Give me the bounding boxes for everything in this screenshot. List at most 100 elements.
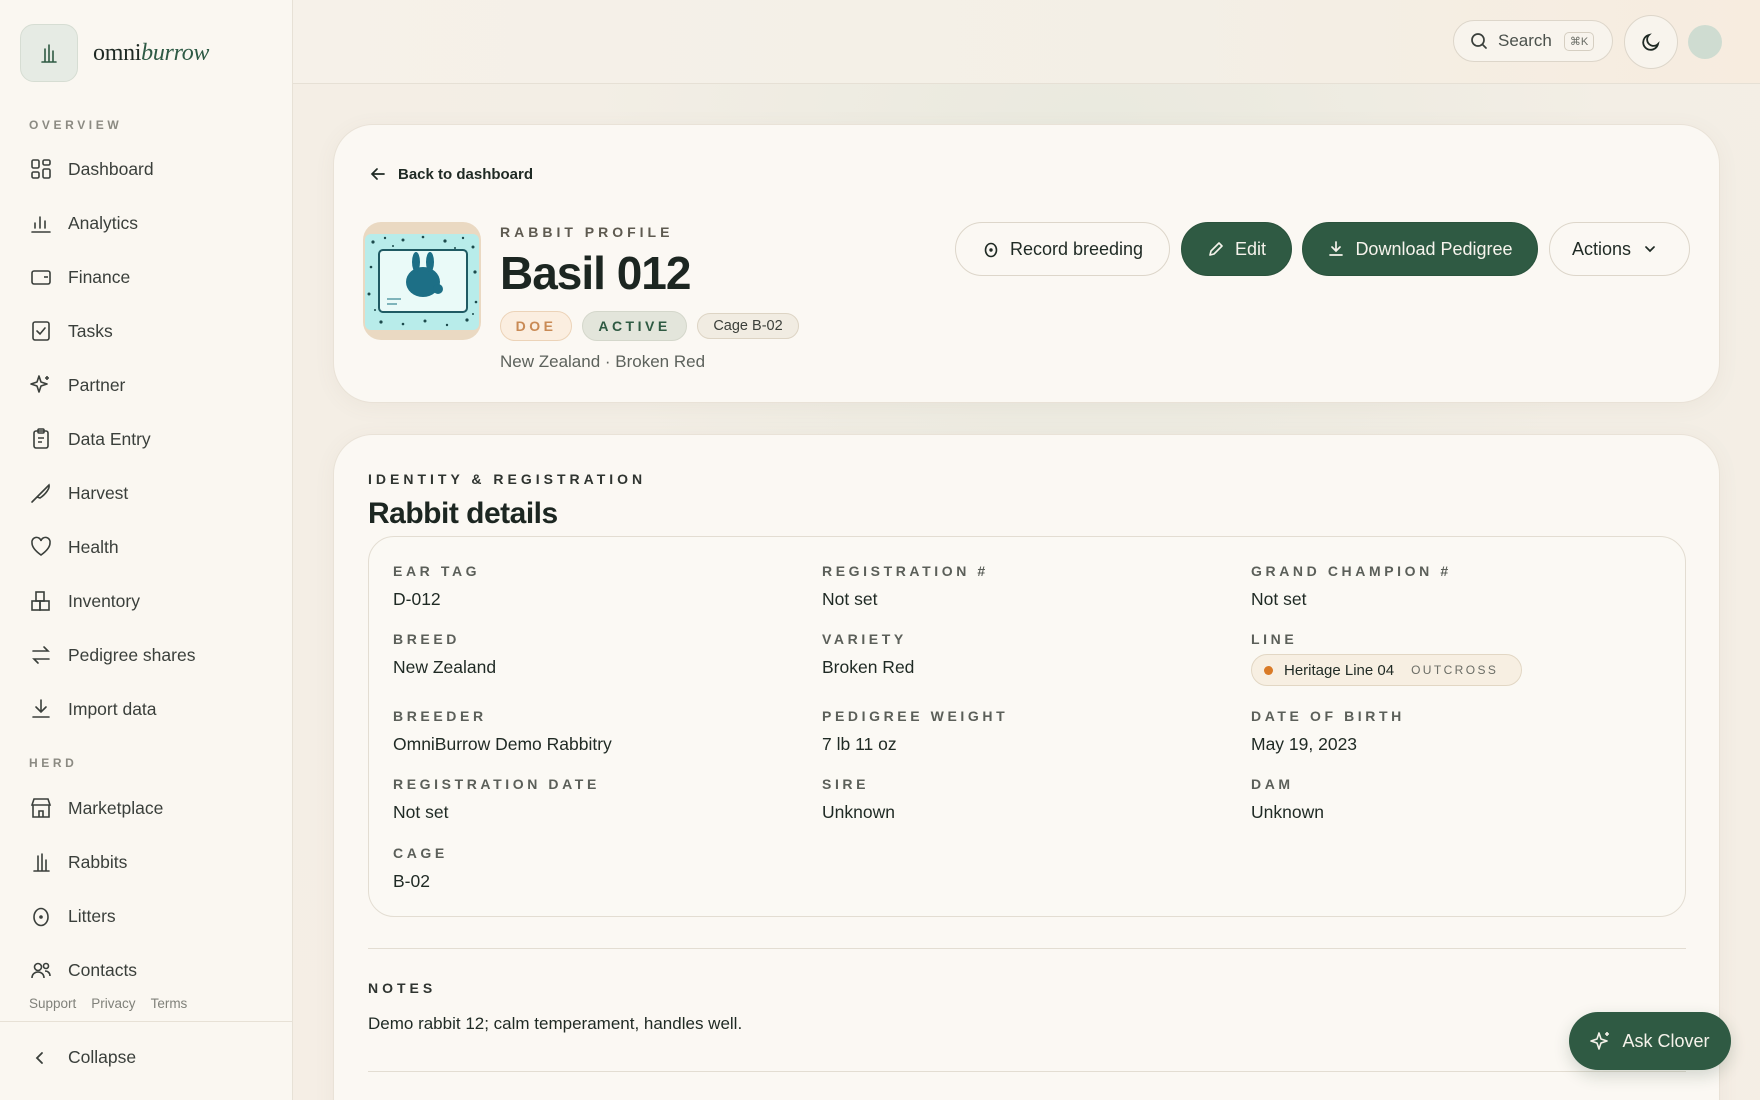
back-to-dashboard-link[interactable]: Back to dashboard — [369, 165, 533, 183]
nav-item-health[interactable]: Health — [29, 532, 119, 562]
sparkle-icon — [1590, 1032, 1610, 1050]
breed-label: BREED — [393, 631, 461, 647]
support-link[interactable]: Support — [29, 996, 76, 1011]
nav-item-marketplace[interactable]: Marketplace — [29, 793, 163, 823]
nav-label: Import data — [68, 698, 157, 719]
knife-icon — [31, 483, 50, 503]
nav-label: Rabbits — [68, 851, 128, 872]
line-value: Heritage Line 04 — [1284, 661, 1395, 679]
nav-label: Harvest — [68, 482, 129, 503]
egg-icon — [33, 907, 49, 927]
download-pedigree-label: Download Pedigree — [1355, 238, 1513, 259]
line-chip[interactable]: Heritage Line 04 OUTCROSS — [1251, 654, 1522, 686]
chevron-down-icon — [1645, 246, 1655, 253]
nav-label: Litters — [68, 905, 116, 926]
nav-item-rabbits[interactable]: Rabbits — [29, 847, 127, 877]
footer-links: Support Privacy Terms — [29, 996, 187, 1011]
nav-label: Dashboard — [68, 158, 154, 179]
actions-dropdown[interactable]: Actions — [1549, 222, 1690, 276]
status-badge: ACTIVE — [582, 311, 687, 341]
nav-item-pedigree-shares[interactable]: Pedigree shares — [29, 640, 195, 670]
rabbit-photo[interactable] — [363, 222, 481, 340]
details-grid — [368, 536, 1686, 917]
egg-icon — [984, 242, 998, 258]
download-pedigree-button[interactable]: Download Pedigree — [1302, 222, 1538, 276]
notes-text: Demo rabbit 12; calm temperament, handle… — [368, 1014, 743, 1033]
breed-value: New Zealand — [393, 657, 497, 677]
ear-tag-label: EAR TAG — [393, 563, 481, 579]
nav-item-data-entry[interactable]: Data Entry — [29, 424, 151, 454]
sidebar-divider — [0, 1021, 293, 1022]
nav-label: Partner — [68, 374, 126, 395]
search-shortcut: ⌘K — [1563, 31, 1595, 51]
nav-item-tasks[interactable]: Tasks — [29, 316, 113, 346]
rabbit-name: Basil 012 — [500, 247, 691, 299]
contacts-icon — [31, 962, 51, 979]
brand-name: omniburrow — [93, 39, 210, 66]
search-icon — [1471, 33, 1487, 49]
back-label: Back to dashboard — [398, 165, 534, 183]
nav-item-finance[interactable]: Finance — [29, 262, 130, 292]
avatar[interactable] — [1688, 25, 1722, 59]
profile-eyebrow: RABBIT PROFILE — [500, 224, 674, 240]
details-title: Rabbit details — [368, 497, 558, 530]
cage-value: B-02 — [393, 871, 430, 891]
record-breeding-button[interactable]: Record breeding — [955, 222, 1170, 276]
analytics-icon — [31, 216, 51, 233]
line-label: LINE — [1251, 631, 1298, 647]
notes-bottom-divider — [368, 1071, 1686, 1072]
nav-label: Health — [68, 536, 119, 557]
sire-label: SIRE — [822, 776, 870, 792]
cage-badge: Cage B-02 — [697, 313, 799, 339]
moon-icon — [1642, 33, 1660, 51]
privacy-link[interactable]: Privacy — [91, 996, 135, 1011]
nav-item-analytics[interactable]: Analytics — [29, 208, 138, 238]
notes-label: NOTES — [368, 980, 437, 996]
nav-item-harvest[interactable]: Harvest — [29, 478, 128, 508]
details-eyebrow: IDENTITY & REGISTRATION — [368, 471, 647, 487]
registration-number-label: REGISTRATION # — [822, 563, 989, 579]
nav-section-overview: OVERVIEW — [29, 118, 123, 132]
registration-date-value: Not set — [393, 802, 449, 822]
variety-label: VARIETY — [822, 631, 907, 647]
sidebar: omniburrow OVERVIEW Dashboard Analytics … — [0, 0, 293, 1100]
edit-label: Edit — [1234, 238, 1267, 259]
registration-number-value: Not set — [822, 589, 878, 609]
collapse-button[interactable]: Collapse — [30, 1047, 136, 1068]
pencil-icon — [1209, 242, 1223, 256]
line-status-dot — [1264, 665, 1273, 675]
boxes-icon — [31, 591, 50, 611]
nav-label: Marketplace — [68, 797, 164, 818]
line-tag: OUTCROSS — [1411, 663, 1499, 677]
nav-item-partner[interactable]: Partner — [29, 370, 125, 400]
chevron-left-icon — [35, 1051, 43, 1064]
terms-link[interactable]: Terms — [151, 996, 188, 1011]
search-button[interactable]: Search ⌘K — [1453, 20, 1613, 62]
nav-label: Data Entry — [68, 428, 151, 449]
nav-item-import-data[interactable]: Import data — [29, 694, 157, 724]
swap-icon — [32, 646, 50, 664]
nav-label: Pedigree shares — [68, 644, 196, 665]
nav-item-dashboard[interactable]: Dashboard — [29, 154, 154, 184]
dam-label: DAM — [1251, 776, 1294, 792]
nav-item-contacts[interactable]: Contacts — [29, 955, 137, 985]
grand-champion-value: Not set — [1251, 589, 1307, 609]
nav-label: Contacts — [68, 959, 138, 980]
dam-value: Unknown — [1251, 802, 1324, 822]
ear-tag-value: D-012 — [393, 589, 441, 609]
nav-item-litters[interactable]: Litters — [29, 901, 116, 931]
edit-button[interactable]: Edit — [1181, 222, 1292, 276]
collapse-label: Collapse — [68, 1047, 137, 1067]
store-icon — [30, 798, 52, 818]
ask-clover-button[interactable]: Ask Clover — [1569, 1012, 1731, 1070]
nav-label: Finance — [68, 266, 131, 287]
brand[interactable]: omniburrow — [20, 24, 209, 82]
date-of-birth-value: May 19, 2023 — [1251, 734, 1358, 754]
dashboard-icon — [31, 159, 51, 179]
nav-label: Tasks — [68, 320, 113, 341]
pedigree-weight-value: 7 lb 11 oz — [822, 734, 897, 754]
ask-clover-label: Ask Clover — [1622, 1030, 1710, 1051]
nav-item-inventory[interactable]: Inventory — [29, 586, 140, 616]
theme-toggle-button[interactable] — [1624, 15, 1678, 69]
wallet-icon — [31, 270, 51, 285]
